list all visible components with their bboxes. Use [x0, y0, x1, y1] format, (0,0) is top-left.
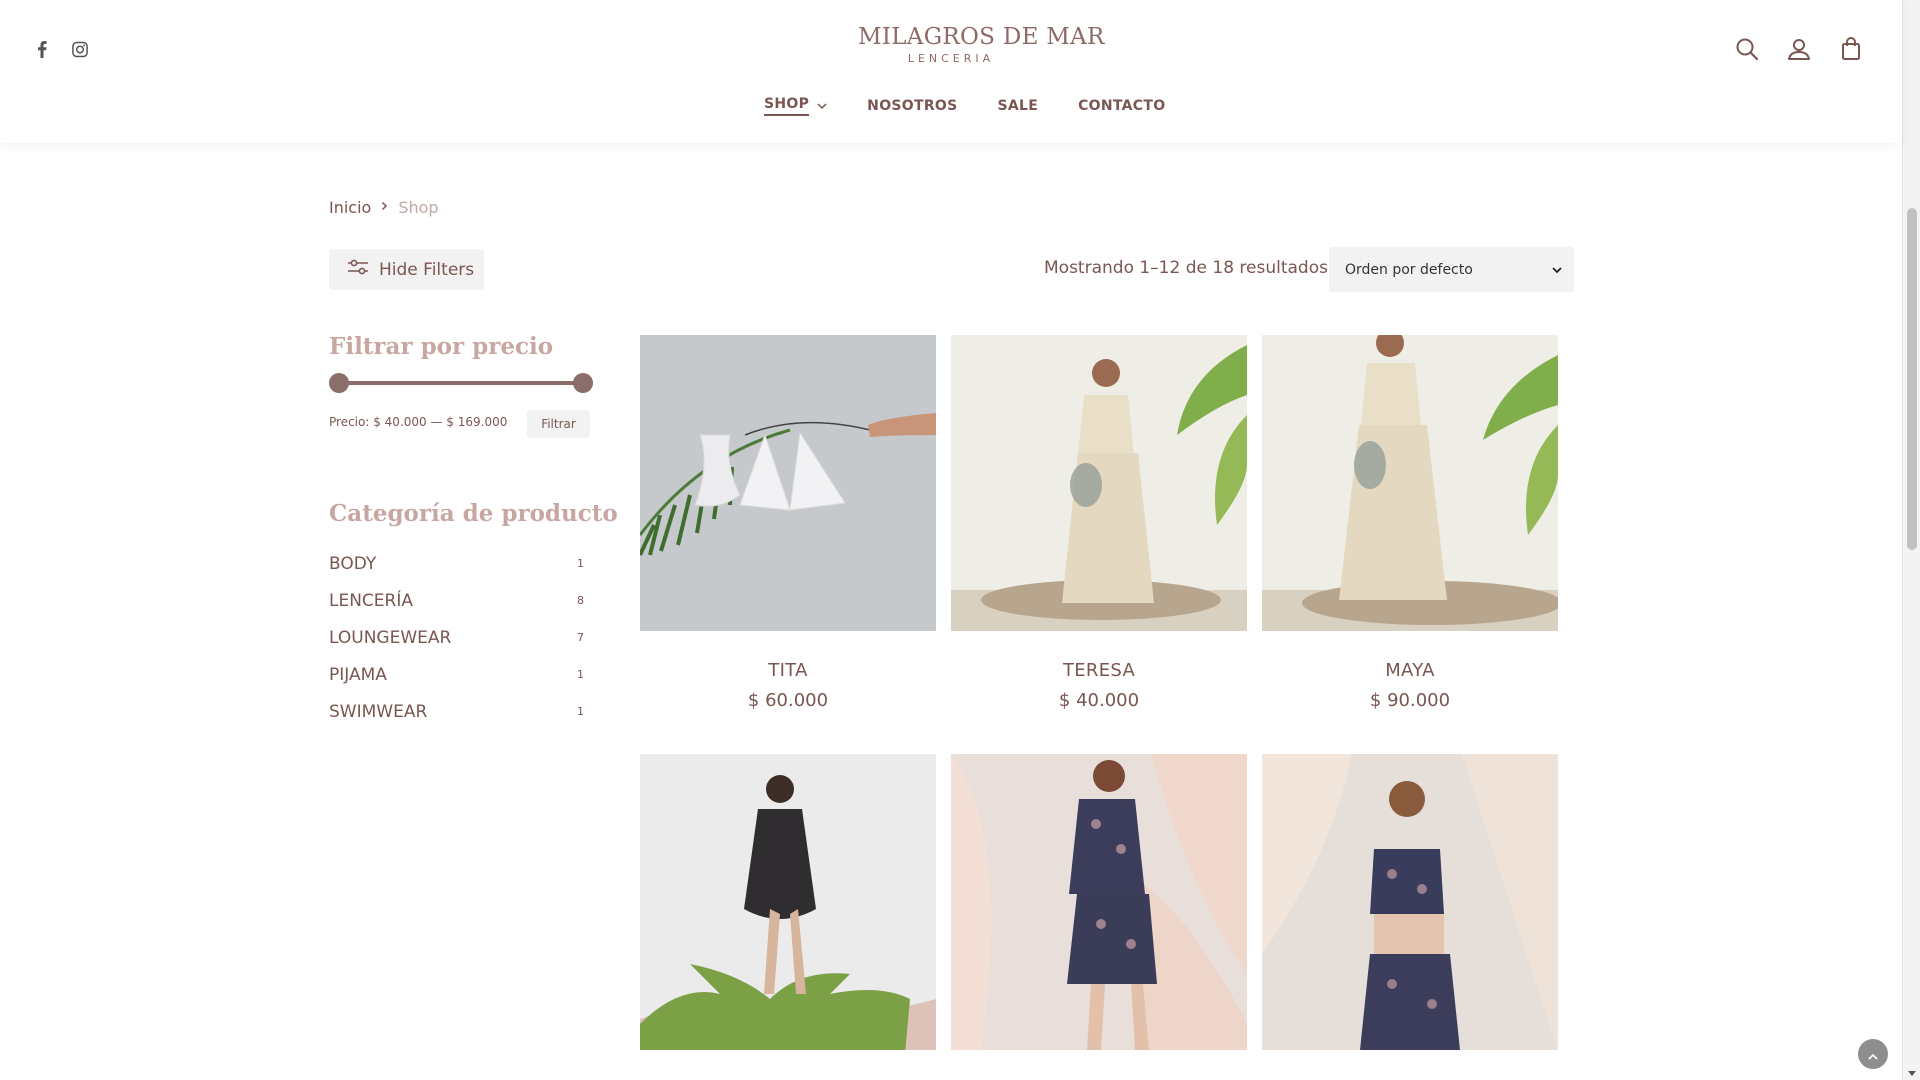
nav-item-label: CONTACTO — [1078, 98, 1166, 114]
category-item-loungewear[interactable]: LOUNGEWEAR 7 — [329, 628, 585, 665]
price-range-slider[interactable] — [329, 372, 593, 394]
orderby-select[interactable]: Orden por defecto — [1329, 247, 1574, 292]
chevron-up-icon — [1868, 1045, 1878, 1064]
product-card[interactable] — [1262, 754, 1558, 1079]
category-filter-title: Categoría de producto — [329, 500, 618, 527]
chevron-down-icon — [1552, 262, 1562, 278]
cart-icon[interactable] — [1838, 36, 1864, 62]
category-item-lenceria[interactable]: LENCERÍA 8 — [329, 591, 585, 628]
product-image[interactable] — [1262, 754, 1558, 1050]
category-name: BODY — [329, 554, 377, 574]
chevron-down-icon — [817, 98, 827, 114]
product-image[interactable] — [951, 335, 1247, 631]
price-filter-title: Filtrar por precio — [329, 333, 554, 360]
category-count: 7 — [577, 631, 584, 644]
breadcrumb-current: Shop — [398, 198, 439, 217]
price-slider-track — [337, 381, 585, 385]
product-card[interactable]: TERESA $ 40.000 — [951, 335, 1247, 711]
nav-item-nosotros[interactable]: NOSOTROS — [867, 98, 957, 114]
product-price: $ 40.000 — [1058, 690, 1140, 711]
category-name: LENCERÍA — [329, 591, 413, 611]
search-icon[interactable] — [1734, 36, 1760, 62]
category-name: SWIMWEAR — [329, 702, 428, 722]
product-price: $ 90.000 — [1369, 690, 1451, 711]
category-item-pijama[interactable]: PIJAMA 1 — [329, 665, 585, 702]
product-image[interactable] — [951, 754, 1247, 1050]
hide-filters-button[interactable]: Hide Filters — [329, 249, 484, 290]
product-card[interactable] — [640, 754, 936, 1079]
header-tools — [1734, 36, 1864, 62]
product-image[interactable] — [640, 754, 936, 1050]
social-links — [34, 40, 88, 58]
price-range-label: Precio: $ 40.000 — $ 169.000 — [329, 415, 508, 429]
scroll-down-arrow[interactable] — [1908, 1071, 1916, 1076]
product-name[interactable]: MAYA — [1262, 660, 1558, 681]
price-slider-max-handle[interactable] — [573, 373, 593, 393]
back-to-top-button[interactable] — [1858, 1039, 1888, 1069]
site-logo[interactable]: MILAGROS DE MAR LENCERIA — [858, 24, 1105, 65]
product-card[interactable]: MAYA $ 90.000 — [1262, 335, 1558, 711]
category-item-swimwear[interactable]: SWIMWEAR 1 — [329, 702, 585, 739]
product-image[interactable] — [640, 335, 936, 631]
hide-filters-label: Hide Filters — [379, 259, 475, 280]
breadcrumb: Inicio Shop — [329, 198, 439, 217]
orderby-selected-value: Orden por defecto — [1345, 261, 1473, 278]
sliders-icon — [347, 259, 369, 280]
category-count: 1 — [577, 557, 584, 570]
nav-item-contacto[interactable]: CONTACTO — [1078, 98, 1165, 114]
product-card[interactable]: TITA $ 60.000 — [640, 335, 936, 711]
category-name: LOUNGEWEAR — [329, 628, 452, 648]
results-count: Mostrando 1–12 de 18 resultados — [1044, 258, 1328, 278]
breadcrumb-home-link[interactable]: Inicio — [329, 198, 371, 217]
chevron-right-icon — [381, 200, 388, 215]
product-name[interactable]: TERESA — [951, 660, 1247, 681]
facebook-icon[interactable] — [34, 40, 50, 58]
site-header: MILAGROS DE MAR LENCERIA SHOP NOSOTROS S… — [0, 0, 1902, 143]
logo-main-text: MILAGROS DE MAR — [858, 24, 1105, 50]
product-card[interactable] — [951, 754, 1247, 1079]
nav-item-sale[interactable]: SALE — [998, 98, 1039, 114]
price-slider-min-handle[interactable] — [329, 373, 349, 393]
instagram-icon[interactable] — [72, 40, 88, 58]
category-count: 8 — [577, 594, 584, 607]
nav-item-label: SALE — [997, 98, 1039, 114]
category-count: 1 — [577, 705, 584, 718]
logo-sub-text: LENCERIA — [907, 52, 995, 65]
product-name[interactable]: TITA — [640, 660, 936, 681]
category-name: PIJAMA — [329, 665, 387, 685]
scrollbar-thumb[interactable] — [1907, 208, 1917, 550]
account-icon[interactable] — [1786, 36, 1812, 62]
product-price: $ 60.000 — [747, 690, 829, 711]
nav-item-label: NOSOTROS — [867, 98, 958, 114]
main-nav: SHOP NOSOTROS SALE CONTACTO — [764, 96, 1165, 116]
category-count: 1 — [577, 668, 584, 681]
filter-button[interactable]: Filtrar — [527, 410, 590, 438]
nav-item-label: SHOP — [764, 96, 810, 116]
category-item-body[interactable]: BODY 1 — [329, 554, 585, 591]
product-image[interactable] — [1262, 335, 1558, 631]
page-scrollbar[interactable] — [1902, 0, 1920, 1080]
category-list: BODY 1 LENCERÍA 8 LOUNGEWEAR 7 PIJAMA 1 … — [329, 554, 585, 739]
nav-item-shop[interactable]: SHOP — [764, 96, 827, 116]
